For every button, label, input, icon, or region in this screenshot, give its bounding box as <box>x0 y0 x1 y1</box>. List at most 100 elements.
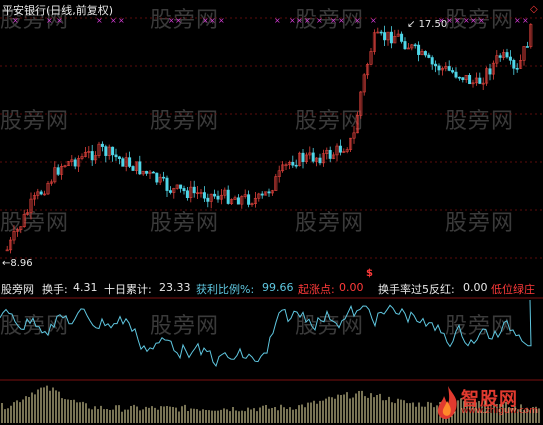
price-high-label: ↙ 17.50 <box>407 19 448 30</box>
site-logo: 智股网 www.zhiguw.com <box>435 383 543 423</box>
signal-marker: × <box>118 16 125 25</box>
candle <box>461 77 465 80</box>
candle <box>468 75 472 85</box>
candle <box>216 195 220 200</box>
signal-marker: × <box>175 16 182 25</box>
signal-marker: × <box>202 16 209 25</box>
candle <box>155 172 159 183</box>
candle <box>121 158 125 167</box>
turnover-over5-value: 0.00 <box>463 281 488 294</box>
candle <box>168 190 172 193</box>
candle <box>423 51 427 56</box>
candle <box>145 170 149 174</box>
signal-marker: × <box>354 16 361 25</box>
candle <box>379 31 383 34</box>
candle <box>451 70 455 73</box>
price-low-value: 8.96 <box>10 258 33 269</box>
candle <box>162 176 166 179</box>
candle <box>138 161 142 175</box>
candle <box>206 197 210 202</box>
profit-ratio-value: 99.66 <box>262 281 294 294</box>
candle <box>403 41 407 50</box>
ten-day-label: 十日累计: <box>104 283 152 296</box>
signal-marker: × <box>289 16 296 25</box>
candle <box>291 161 295 166</box>
signal-markers: × × × × × × × × × × × × × × × × × × × × × × × × × × × ×◇$ <box>12 4 538 279</box>
signal-marker: × <box>274 16 281 25</box>
candle <box>508 56 512 61</box>
diamond-icon: ◇ <box>530 4 538 15</box>
candle <box>114 154 118 158</box>
brand-label: 股旁网 <box>1 283 34 296</box>
candle <box>430 57 434 65</box>
candle <box>301 152 305 162</box>
price-low-label: ←8.96 <box>2 258 33 269</box>
signal-marker: × <box>168 16 175 25</box>
candle <box>457 76 461 79</box>
ten-day-value: 23.33 <box>159 281 191 294</box>
grid-lines <box>0 17 543 381</box>
candle <box>488 68 492 75</box>
signal-marker: × <box>463 16 470 25</box>
candle <box>512 60 516 69</box>
candle <box>328 149 332 159</box>
indicator-bar: 股旁网 换手: 4.31 十日累计: 23.33 获利比例%: 99.66 起涨… <box>0 281 543 296</box>
low-position-label: 低位绿庄 <box>491 283 535 296</box>
signal-marker: × <box>330 16 337 25</box>
candle <box>383 32 387 41</box>
candle <box>400 33 404 42</box>
candle <box>525 46 529 48</box>
candle <box>389 31 393 44</box>
signal-marker: × <box>218 16 225 25</box>
candle <box>39 191 43 195</box>
candle <box>179 184 183 189</box>
candle <box>131 166 135 171</box>
candle <box>498 55 502 58</box>
candle <box>56 167 60 175</box>
candle <box>437 65 441 71</box>
candle <box>151 171 155 174</box>
candle <box>505 52 509 58</box>
candle <box>294 164 298 167</box>
candle <box>185 190 189 199</box>
signal-marker: × <box>370 16 377 25</box>
chart-canvas: × × × × × × × × × × × × × × × × × × × × × × × × × × × ×◇$ <box>0 4 543 423</box>
stock-chart-screen: 股旁网 股旁网 股旁网 股旁网 股旁网 股旁网 股旁网 股旁网 股旁网 股旁网 … <box>0 0 543 425</box>
candle <box>267 191 271 194</box>
profit-ratio-label: 获利比例%: <box>196 283 255 296</box>
candle <box>515 67 519 70</box>
candlestick-series <box>5 23 533 254</box>
candle <box>100 143 104 147</box>
candle <box>260 193 264 196</box>
candle <box>73 159 77 167</box>
logo-url: www.zhiguw.com <box>461 406 539 416</box>
start-point-value: 0.00 <box>339 281 364 294</box>
signal-marker: × <box>296 16 303 25</box>
start-point-label: 起涨点: <box>298 283 335 296</box>
candle <box>128 157 132 167</box>
candle <box>311 152 315 162</box>
signal-marker: × <box>338 16 345 25</box>
candle <box>447 66 451 71</box>
turnover-value: 4.31 <box>73 281 98 294</box>
signal-marker: × <box>316 16 323 25</box>
candle <box>226 189 230 204</box>
price-high-value: 17.50 <box>418 19 448 30</box>
start-signal-icon: $ <box>366 268 373 279</box>
candle <box>192 186 196 194</box>
candle <box>213 193 217 197</box>
signal-marker: × <box>522 16 529 25</box>
profit-ratio-line <box>0 299 532 368</box>
candle <box>413 44 417 47</box>
signal-marker: × <box>514 16 521 25</box>
candle <box>478 77 482 84</box>
signal-marker: × <box>304 16 311 25</box>
signal-marker: × <box>454 16 461 25</box>
candle <box>104 146 108 156</box>
candle <box>182 188 186 192</box>
candle <box>427 54 431 58</box>
candle <box>247 194 251 205</box>
candle <box>165 177 169 191</box>
candle <box>111 146 115 156</box>
turnover-label: 换手: <box>42 283 68 296</box>
